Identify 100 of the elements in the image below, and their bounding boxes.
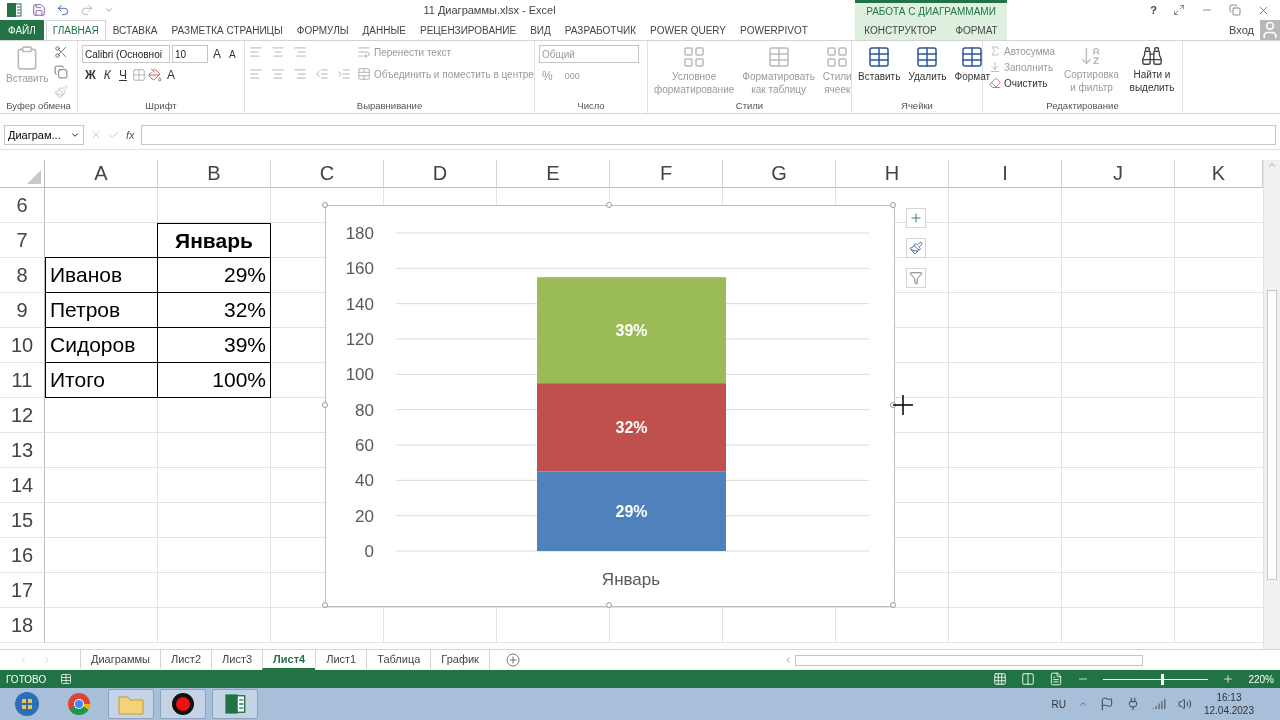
ribbon-tab[interactable]: POWER QUERY xyxy=(643,20,734,40)
zoom-thumb[interactable] xyxy=(1161,673,1165,685)
ribbon-tab[interactable]: ДАННЫЕ xyxy=(355,20,413,40)
ribbon-tab[interactable]: РЕЦЕНЗИРОВАНИЕ xyxy=(413,20,524,40)
grow-font-button[interactable]: A xyxy=(210,47,224,61)
scissors-icon xyxy=(54,45,69,59)
ribbon-tab[interactable]: РАЗРАБОТЧИК xyxy=(557,20,644,40)
start-orb-icon xyxy=(14,691,40,718)
resize-handle[interactable] xyxy=(322,402,328,409)
select-all-icon[interactable] xyxy=(27,170,41,185)
column-header[interactable]: D xyxy=(384,160,497,189)
column-header[interactable]: G xyxy=(723,160,836,189)
scroll-right-icon xyxy=(42,655,52,666)
cells-icon xyxy=(915,45,940,69)
scroll-left-icon xyxy=(18,655,28,666)
ribbon-tab[interactable]: POWERPIVOT xyxy=(733,20,815,40)
sheet-tab[interactable]: Лист4 xyxy=(262,649,316,671)
resize-handle[interactable] xyxy=(890,202,896,209)
ribbon-tab[interactable]: ВСТАВКА xyxy=(105,20,165,40)
insert-function-button[interactable]: fx xyxy=(126,129,135,142)
taskbar-app[interactable] xyxy=(212,689,258,720)
table-cell: 100% xyxy=(158,363,271,399)
zoom-reading[interactable]: 220% xyxy=(1248,673,1274,685)
user-avatar-icon[interactable] xyxy=(1260,20,1280,40)
zoom-in-icon xyxy=(1222,673,1235,686)
editing-icon xyxy=(989,77,1001,89)
clock-date[interactable]: 12.04.2023 xyxy=(1203,704,1254,718)
group-label: Редактирование xyxy=(1045,100,1120,112)
font-style-button[interactable]: Ж xyxy=(82,68,99,82)
chart-filters-button[interactable] xyxy=(906,268,926,289)
resize-handle[interactable] xyxy=(606,602,612,609)
font-style-button[interactable]: Ч xyxy=(115,68,130,82)
font-style-button[interactable]: К xyxy=(100,68,114,82)
align-left-icon xyxy=(249,67,263,81)
align-top-icon xyxy=(249,45,263,59)
sign-in-link[interactable]: Вход xyxy=(1229,24,1254,36)
language-indicator[interactable]: RU xyxy=(1051,698,1066,710)
table-cell: Январь xyxy=(158,223,271,259)
window-title: 11 Диаграммы.xlsx - Excel xyxy=(423,4,556,16)
axis-label: 160 xyxy=(345,259,374,279)
cells-button[interactable]: Вставить xyxy=(856,45,903,84)
add-sheet-icon[interactable] xyxy=(505,653,520,668)
column-header[interactable]: J xyxy=(1062,160,1175,189)
ribbon-tab[interactable]: ФАЙЛ xyxy=(0,20,44,40)
table-style-icon xyxy=(766,45,791,69)
cells-icon xyxy=(960,45,985,69)
table-cell: 39% xyxy=(158,328,271,364)
context-label: РАБОТА С ДИАГРАММАМИ xyxy=(855,0,1007,20)
resize-handle[interactable] xyxy=(890,602,896,609)
spreadsheet-logo-icon xyxy=(6,2,22,18)
axis-label: 20 xyxy=(355,506,374,526)
editing-button[interactable]: Найти и выделить xyxy=(1126,45,1178,94)
resize-handle[interactable] xyxy=(606,202,612,209)
taskbar-app[interactable] xyxy=(160,689,206,720)
column-header[interactable]: C xyxy=(271,160,384,189)
font-name-field[interactable]: Calibri (Основноі xyxy=(82,45,170,63)
column-header[interactable]: H xyxy=(836,160,949,189)
page-layout-icon xyxy=(1021,672,1036,687)
ribbon-tab[interactable]: РАЗМЕТКА СТРАНИЦЫ xyxy=(164,20,290,40)
cells-button[interactable]: Удалить xyxy=(906,45,949,84)
fill-color-icon xyxy=(147,68,162,82)
redo-icon xyxy=(80,3,94,17)
chart-elements-button[interactable] xyxy=(906,208,926,229)
resize-handle[interactable] xyxy=(890,402,896,409)
axis-label: 180 xyxy=(345,224,374,244)
resize-handle[interactable] xyxy=(322,202,328,209)
ribbon-tab[interactable]: ВИД xyxy=(523,20,558,40)
cells-icon xyxy=(867,45,892,69)
axis-label: 100 xyxy=(345,365,374,385)
table-cell: Сидоров xyxy=(45,328,158,364)
font-size-field[interactable]: 10 xyxy=(172,45,208,63)
axis-label: 120 xyxy=(345,330,374,350)
shrink-font-button[interactable]: A xyxy=(226,48,239,60)
ribbon-tab[interactable]: ГЛАВНАЯ xyxy=(45,20,106,40)
chart-styles-button[interactable] xyxy=(906,238,926,259)
column-header[interactable]: I xyxy=(949,160,1062,189)
table-cell: Петров xyxy=(45,293,158,329)
font-color-button[interactable]: A xyxy=(163,68,178,82)
merge-cells-icon xyxy=(357,67,371,81)
volume-icon xyxy=(1177,697,1192,712)
column-header[interactable]: K xyxy=(1175,160,1263,189)
column-header[interactable]: B xyxy=(158,160,271,189)
column-header[interactable]: A xyxy=(45,160,158,189)
ribbon-tab[interactable]: ФОРМАТ xyxy=(948,20,1005,40)
help-button[interactable]: ? xyxy=(1150,4,1157,16)
indent-decrease-icon xyxy=(315,67,329,81)
chart-area[interactable]: 0 20 40 60 80 100 120 140 160 180 29% 32% 39% Январь xyxy=(325,205,895,608)
table-cell: 32% xyxy=(158,293,271,329)
formula-input[interactable] xyxy=(140,125,1276,146)
vertical-scrollbar[interactable] xyxy=(1263,160,1280,649)
name-box[interactable]: Диаграм... xyxy=(4,125,84,146)
clock-time[interactable]: 16:13 xyxy=(1216,691,1242,705)
resize-handle[interactable] xyxy=(322,602,328,609)
column-header[interactable]: F xyxy=(610,160,723,189)
column-header[interactable]: E xyxy=(497,160,610,189)
indent-increase-icon xyxy=(337,67,351,81)
scroll-left-icon xyxy=(783,655,793,666)
ribbon-tab[interactable]: КОНСТРУКТОР xyxy=(857,20,944,40)
ribbon-tab[interactable]: ФОРМУЛЫ xyxy=(289,20,356,40)
data-label: 32% xyxy=(615,419,648,437)
